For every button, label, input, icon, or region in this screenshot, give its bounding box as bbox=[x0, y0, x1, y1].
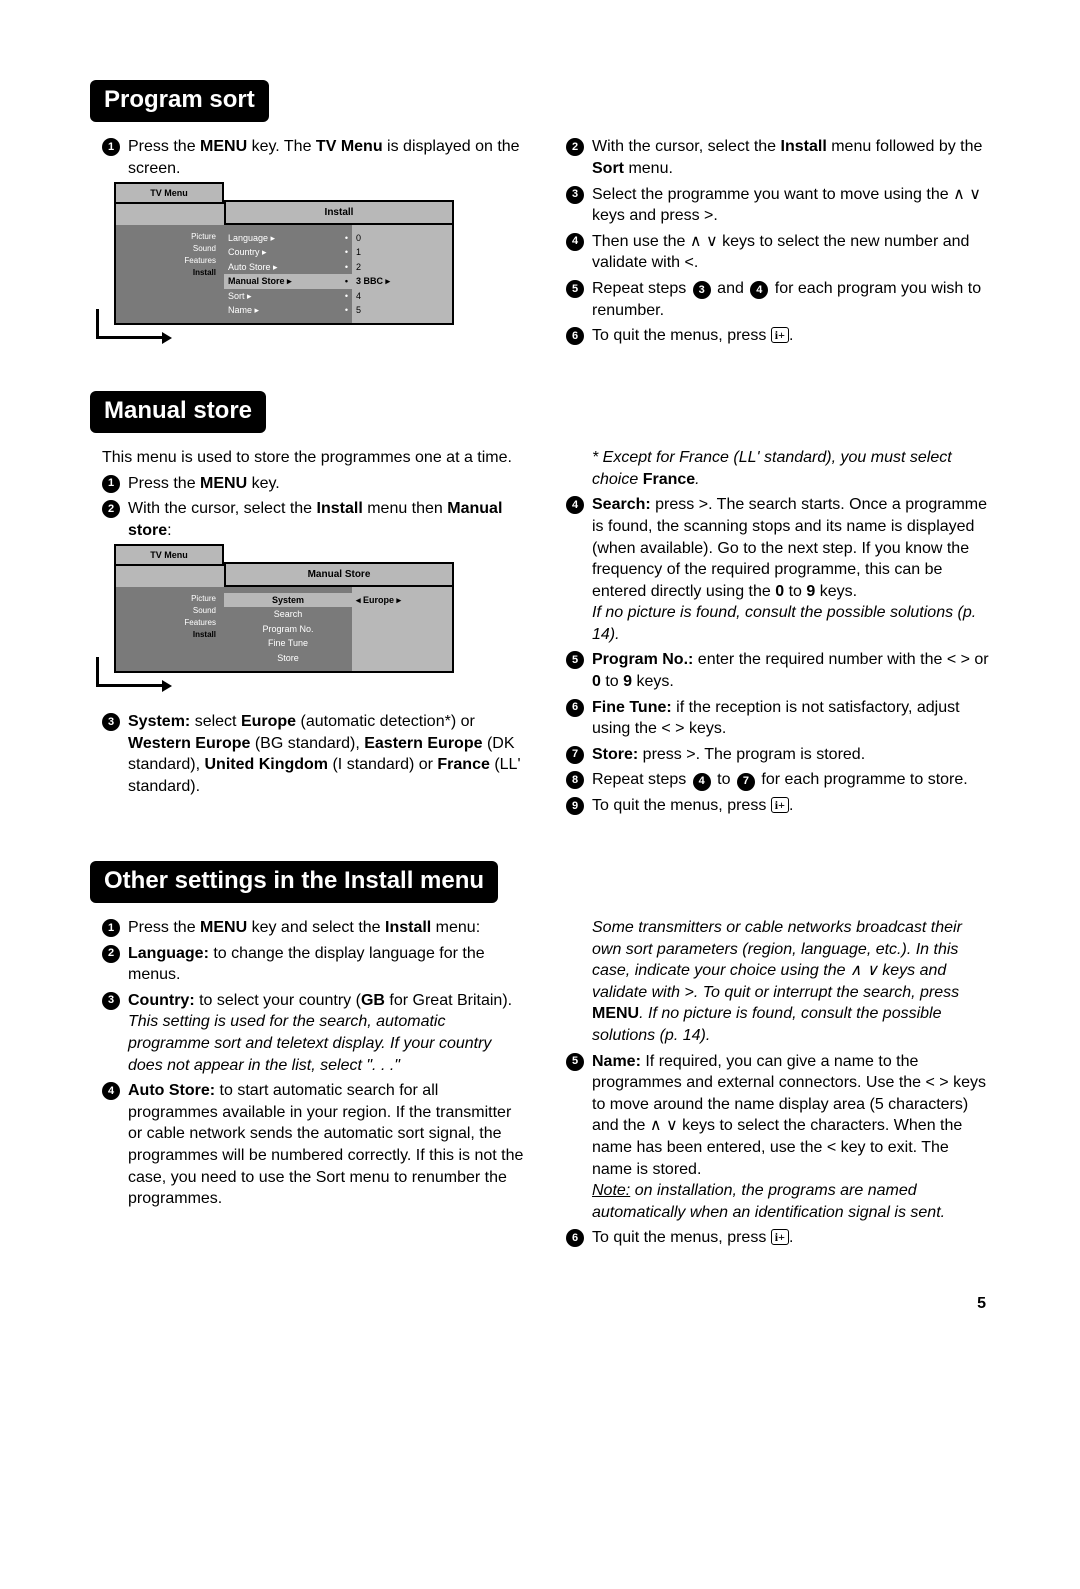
step-badge-2: 2 bbox=[566, 138, 584, 156]
tv-menu-diagram-install: TV Menu Install Picture Sound Features I… bbox=[114, 200, 454, 326]
step-badge-5: 5 bbox=[566, 280, 584, 298]
step-badge-9: 9 bbox=[566, 797, 584, 815]
step-badge-1: 1 bbox=[102, 475, 120, 493]
step-badge-4: 4 bbox=[566, 496, 584, 514]
info-plus-icon: i+ bbox=[771, 797, 789, 813]
tv-menu-diagram-manual-store: TV Menu Manual Store Picture Sound Featu… bbox=[114, 562, 454, 673]
step-badge-8: 8 bbox=[566, 771, 584, 789]
step-badge-1: 1 bbox=[102, 138, 120, 156]
section-manual-store: Manual store This menu is used to store … bbox=[90, 391, 990, 821]
step-badge-5: 5 bbox=[566, 1053, 584, 1071]
manual-store-left-col: This menu is used to store the programme… bbox=[90, 447, 526, 821]
heading-program-sort: Program sort bbox=[90, 80, 269, 122]
step-badge-4: 4 bbox=[566, 233, 584, 251]
other-settings-left-col: 1 Press the MENU key and select the Inst… bbox=[90, 917, 526, 1253]
arrow-icon bbox=[96, 309, 166, 339]
step-badge-4: 4 bbox=[102, 1082, 120, 1100]
step-badge-5: 5 bbox=[566, 651, 584, 669]
info-plus-icon: i+ bbox=[771, 327, 789, 343]
section-program-sort: Program sort 1 Press the MENU key. The T… bbox=[90, 80, 990, 351]
arrow-icon bbox=[96, 657, 166, 687]
program-sort-right-col: 2 With the cursor, select the Install me… bbox=[554, 136, 990, 350]
other-settings-right-col: Some transmitters or cable networks broa… bbox=[554, 917, 990, 1253]
info-plus-icon: i+ bbox=[771, 1229, 789, 1245]
program-sort-left-col: 1 Press the MENU key. The TV Menu is dis… bbox=[90, 136, 526, 350]
step-badge-2: 2 bbox=[102, 945, 120, 963]
section-other-settings: Other settings in the Install menu 1 Pre… bbox=[90, 861, 990, 1253]
step-badge-3: 3 bbox=[102, 713, 120, 731]
step-badge-3: 3 bbox=[102, 992, 120, 1010]
step-badge-1: 1 bbox=[102, 919, 120, 937]
step-badge-7: 7 bbox=[566, 746, 584, 764]
heading-other-settings: Other settings in the Install menu bbox=[90, 861, 498, 903]
step-badge-2: 2 bbox=[102, 500, 120, 518]
step-badge-6: 6 bbox=[566, 1229, 584, 1247]
page-number: 5 bbox=[90, 1293, 990, 1315]
manual-store-right-col: * Except for France (LL' standard), you … bbox=[554, 447, 990, 821]
step-text: Press the MENU key. The TV Menu is displ… bbox=[128, 136, 526, 179]
step-badge-6: 6 bbox=[566, 699, 584, 717]
heading-manual-store: Manual store bbox=[90, 391, 266, 433]
step-badge-3: 3 bbox=[566, 186, 584, 204]
step-badge-6: 6 bbox=[566, 327, 584, 345]
